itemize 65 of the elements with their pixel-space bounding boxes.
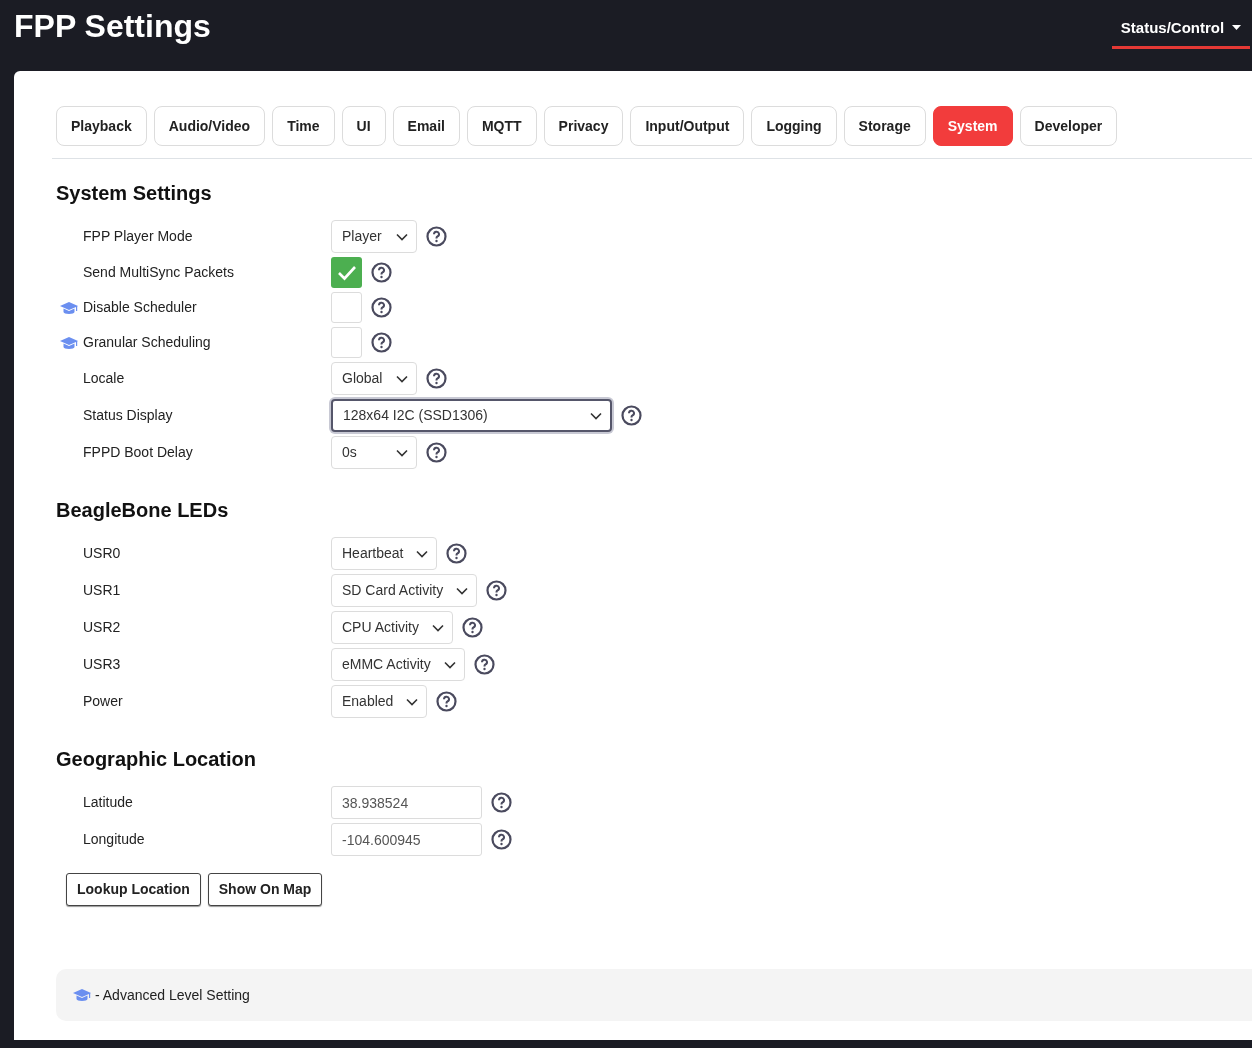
setting-label: Longitude — [83, 830, 145, 849]
section-heading: System Settings — [56, 181, 213, 206]
tab[interactable]: Time — [272, 106, 335, 146]
setting-label: Status Display — [83, 406, 173, 425]
help-icon[interactable] — [621, 405, 642, 426]
setting-label: USR2 — [83, 618, 121, 637]
tab[interactable]: Developer — [1019, 106, 1118, 146]
setting-label: Disable Scheduler — [83, 298, 197, 317]
action-button[interactable]: Lookup Location — [66, 873, 201, 906]
action-button[interactable]: Show On Map — [207, 873, 323, 906]
setting-label: Locale — [83, 369, 125, 388]
setting-label: Power — [83, 692, 123, 711]
checkbox[interactable] — [331, 292, 362, 323]
help-icon[interactable] — [371, 262, 392, 283]
tab[interactable]: Storage — [843, 106, 926, 146]
tab[interactable]: MQTT — [466, 106, 537, 146]
select-dropdown[interactable]: Heartbeat — [331, 537, 438, 570]
section-heading: Geographic Location — [56, 747, 258, 772]
setting-label: Send MultiSync Packets — [83, 263, 234, 282]
checkbox[interactable] — [331, 257, 362, 288]
text-field[interactable]: 38.938524 — [331, 786, 482, 819]
help-icon[interactable] — [473, 654, 495, 675]
nav-dropdown[interactable]: Status/Control — [1112, 10, 1250, 49]
graduation-cap-icon — [73, 989, 91, 1001]
help-icon[interactable] — [446, 543, 468, 564]
tab[interactable]: Playback — [56, 106, 147, 146]
tab[interactable]: Input/Output — [630, 106, 745, 146]
legend-text: - Advanced Level Setting — [95, 985, 250, 1005]
help-icon[interactable] — [491, 829, 512, 850]
tab[interactable]: Logging — [751, 106, 837, 146]
select-dropdown[interactable]: Player — [331, 220, 417, 253]
setting-label: FPPD Boot Delay — [83, 443, 193, 462]
help-icon[interactable] — [436, 691, 458, 712]
setting-label: FPP Player Mode — [83, 227, 193, 246]
select-dropdown[interactable]: eMMC Activity — [331, 648, 465, 681]
tab[interactable]: System — [932, 106, 1013, 146]
help-icon[interactable] — [491, 792, 512, 813]
tab[interactable]: UI — [341, 106, 386, 146]
select-dropdown[interactable]: Enabled — [331, 685, 428, 718]
setting-label: Granular Scheduling — [83, 333, 211, 352]
caret-icon — [1232, 25, 1242, 31]
select-dropdown[interactable]: 0s — [331, 436, 417, 469]
checkbox[interactable] — [331, 327, 362, 358]
help-icon[interactable] — [426, 442, 447, 463]
tab[interactable]: Privacy — [543, 106, 624, 146]
select-dropdown[interactable]: Global — [331, 362, 417, 395]
section-heading: BeagleBone LEDs — [56, 498, 230, 523]
help-icon[interactable] — [426, 226, 447, 247]
setting-label: Latitude — [83, 793, 133, 812]
setting-label: USR0 — [83, 544, 121, 563]
text-field[interactable]: -104.600945 — [331, 823, 482, 856]
setting-label: USR1 — [83, 581, 121, 600]
help-icon[interactable] — [426, 368, 447, 389]
select-dropdown[interactable]: SD Card Activity — [331, 574, 478, 607]
page-title: FPP Settings — [14, 10, 211, 42]
help-icon[interactable] — [486, 580, 508, 601]
select-dropdown[interactable]: 128x64 I2C (SSD1306) — [331, 399, 612, 432]
help-icon[interactable] — [462, 617, 483, 638]
help-icon[interactable] — [371, 297, 392, 318]
setting-label: USR3 — [83, 655, 121, 674]
select-dropdown[interactable]: CPU Activity — [331, 611, 453, 644]
tab[interactable]: Email — [392, 106, 460, 146]
tab[interactable]: Audio/Video — [153, 106, 266, 146]
help-icon[interactable] — [371, 332, 392, 353]
checkmark-icon — [336, 264, 357, 281]
